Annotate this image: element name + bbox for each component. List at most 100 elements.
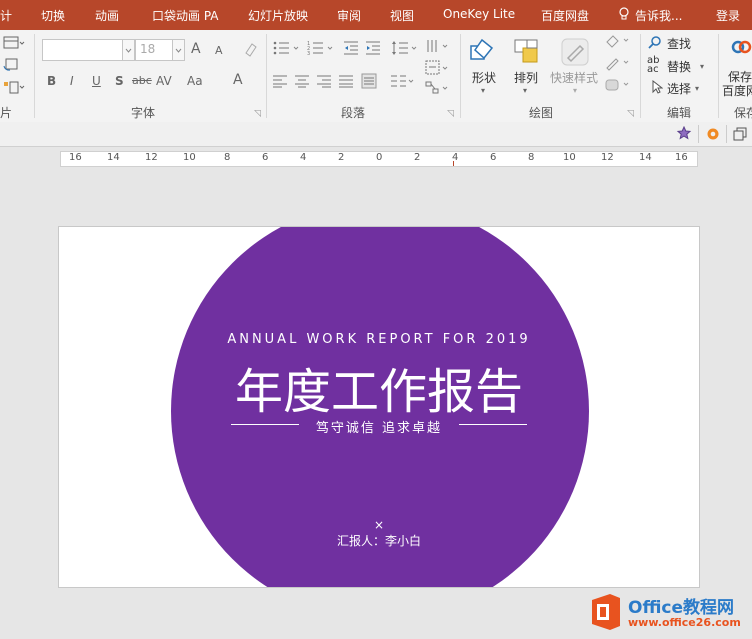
- slide-subtitle-english[interactable]: ANNUAL WORK REPORT FOR 2019: [59, 332, 699, 347]
- columns-icon[interactable]: [391, 74, 417, 91]
- shapes-dropdown-icon[interactable]: ▾: [481, 84, 485, 98]
- tab-review[interactable]: 审阅: [337, 7, 361, 24]
- text-direction-icon[interactable]: [425, 38, 451, 59]
- replace-label[interactable]: 替换: [667, 58, 691, 75]
- login-button[interactable]: 登录: [716, 7, 740, 24]
- align-right-icon[interactable]: [317, 74, 331, 91]
- paragraph-dialog-launcher-icon[interactable]: ◹: [447, 107, 454, 121]
- slide-canvas[interactable]: ANNUAL WORK REPORT FOR 2019 年度工作报告 笃守诚信 …: [58, 226, 700, 588]
- smartart-icon[interactable]: [425, 80, 451, 99]
- underline-button[interactable]: U: [92, 74, 101, 88]
- strikethrough-button[interactable]: abc: [132, 74, 152, 88]
- magic-wand-icon[interactable]: [676, 125, 692, 145]
- ruler-tick-label: 14: [639, 152, 652, 163]
- drawing-dialog-launcher-icon[interactable]: ◹: [627, 107, 634, 121]
- tab-pocket-animation[interactable]: 口袋动画 PA: [152, 7, 219, 24]
- decrease-indent-icon[interactable]: [343, 40, 359, 59]
- find-label[interactable]: 查找: [667, 35, 691, 52]
- save-baidu-label-2[interactable]: 百度网: [722, 82, 752, 99]
- align-center-icon[interactable]: [295, 74, 309, 91]
- find-icon[interactable]: [648, 36, 662, 53]
- restore-window-icon[interactable]: [733, 127, 747, 144]
- align-text-icon[interactable]: [425, 60, 451, 79]
- quick-styles-icon[interactable]: [559, 36, 591, 71]
- toolbar-separator: [726, 125, 727, 143]
- toolbar-separator: [698, 125, 699, 143]
- font-color-button[interactable]: A: [233, 73, 243, 87]
- group-label-paragraph: 段落: [341, 106, 366, 120]
- addin-toolbar: [0, 122, 752, 147]
- tab-animations[interactable]: 动画: [95, 7, 119, 24]
- slide-reporter[interactable]: 汇报人：李小白: [59, 532, 699, 549]
- group-label-drawing: 绘图: [529, 106, 554, 120]
- ruler-cursor-marker: [453, 161, 454, 166]
- bold-button[interactable]: B: [47, 74, 56, 88]
- tell-me-search[interactable]: 告诉我...: [635, 7, 682, 24]
- quick-styles-dropdown-icon[interactable]: ▾: [573, 84, 577, 98]
- slide-slogan[interactable]: 笃守诚信 追求卓越: [59, 417, 699, 436]
- font-size-input[interactable]: 18: [135, 39, 174, 61]
- svg-text:3: 3: [307, 51, 310, 56]
- ruler-tick-label: 0: [376, 152, 383, 163]
- group-separator: [460, 34, 461, 118]
- increase-indent-icon[interactable]: [365, 40, 381, 59]
- baidu-save-icon[interactable]: [730, 36, 752, 61]
- grow-font-icon[interactable]: A: [191, 42, 201, 56]
- group-separator: [718, 34, 719, 118]
- horizontal-ruler[interactable]: 16 14 12 10 8 6 4 2 0 2 4 6 8 10 12 14 1…: [60, 151, 698, 167]
- tab-transitions[interactable]: 切换: [41, 7, 65, 24]
- settings-gear-icon[interactable]: [705, 126, 721, 145]
- change-case-button[interactable]: Aa: [187, 74, 203, 88]
- shape-effects-icon[interactable]: [604, 77, 632, 96]
- arrange-icon[interactable]: [511, 36, 543, 71]
- layout-icon[interactable]: [3, 36, 25, 53]
- line-spacing-icon[interactable]: [391, 40, 419, 59]
- group-label-font: 字体: [131, 106, 156, 120]
- font-dialog-launcher-icon[interactable]: ◹: [254, 107, 261, 121]
- char-spacing-button[interactable]: AV: [156, 74, 172, 88]
- italic-button[interactable]: I: [70, 74, 74, 88]
- select-icon[interactable]: [651, 79, 664, 97]
- shape-fill-icon[interactable]: [604, 33, 632, 52]
- tab-view[interactable]: 视图: [390, 7, 414, 24]
- bullets-icon[interactable]: [273, 40, 301, 59]
- tab-onekey[interactable]: OneKey Lite: [443, 7, 515, 21]
- shapes-icon[interactable]: [467, 36, 499, 71]
- tab-baidu-netdisk[interactable]: 百度网盘: [541, 7, 589, 24]
- group-label-save: 保存: [734, 106, 752, 120]
- group-label-editing: 编辑: [667, 106, 692, 120]
- group-separator: [34, 34, 35, 118]
- section-icon[interactable]: [3, 80, 25, 97]
- replace-dropdown-icon[interactable]: ▾: [700, 60, 704, 74]
- tab-slideshow[interactable]: 幻灯片放映: [248, 7, 308, 24]
- reset-icon[interactable]: [3, 58, 19, 75]
- office26-watermark: Office教程网 www.office26.com: [588, 590, 750, 636]
- office-logo-icon: [592, 594, 620, 630]
- font-size-dropdown[interactable]: [172, 39, 185, 61]
- shrink-font-icon[interactable]: A: [215, 44, 223, 58]
- slide-title[interactable]: 年度工作报告: [59, 352, 699, 422]
- select-dropdown-icon[interactable]: ▾: [695, 82, 699, 96]
- shape-outline-icon[interactable]: [604, 55, 632, 74]
- ruler-tick-label: 8: [528, 152, 535, 163]
- group-label-slides: 片: [0, 106, 13, 120]
- watermark-url: www.office26.com: [628, 616, 741, 629]
- align-left-icon[interactable]: [273, 74, 287, 91]
- select-label[interactable]: 选择: [667, 80, 691, 97]
- font-name-dropdown[interactable]: [122, 39, 135, 61]
- ruler-tick-label: 8: [224, 152, 231, 163]
- numbering-icon[interactable]: 123: [307, 40, 335, 59]
- distributed-icon[interactable]: [361, 73, 377, 92]
- arrange-dropdown-icon[interactable]: ▾: [523, 84, 527, 98]
- tab-design[interactable]: 计: [0, 7, 12, 24]
- slogan-right-line: [459, 424, 527, 425]
- replace-icon-ac: ac: [647, 64, 659, 75]
- replace-icon[interactable]: ab ac: [647, 56, 659, 75]
- lightbulb-icon[interactable]: [618, 7, 630, 24]
- font-name-input[interactable]: [42, 39, 124, 61]
- ruler-tick-label: 6: [262, 152, 269, 163]
- clear-format-icon[interactable]: [243, 41, 259, 60]
- shadow-button[interactable]: S: [115, 74, 124, 88]
- group-separator: [266, 34, 267, 118]
- justify-icon[interactable]: [339, 74, 353, 91]
